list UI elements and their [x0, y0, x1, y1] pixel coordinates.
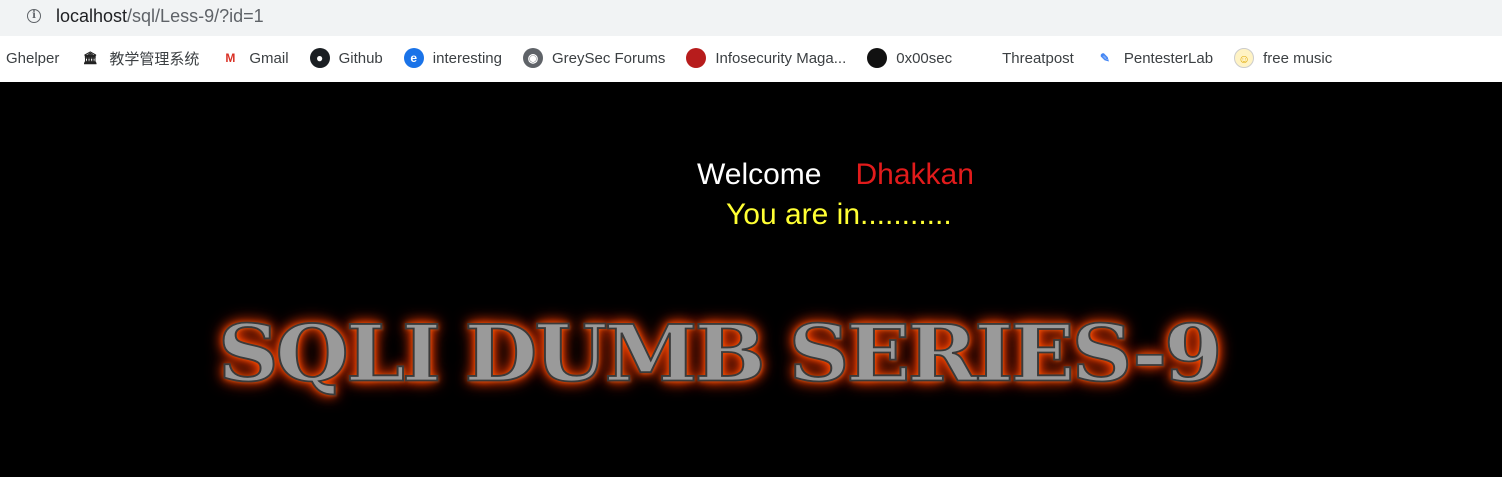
is-icon — [686, 48, 707, 68]
bookmark-label: free music — [1263, 49, 1333, 67]
tp-icon — [973, 48, 993, 68]
bookmark-threatpost[interactable]: Threatpost — [973, 44, 1074, 72]
bookmark-0x00sec[interactable]: 0x00sec — [867, 44, 952, 72]
bookmark-label: Infosecurity Maga... — [715, 49, 847, 67]
globe-icon: ◉ — [522, 48, 543, 68]
bookmark-label: Gmail — [249, 49, 289, 67]
url-text[interactable]: localhost/sql/Less-9/?id=1 — [56, 6, 264, 27]
status-text: You are in........... — [726, 198, 952, 231]
welcome-line: Welcome Dhakkan — [697, 158, 974, 192]
0x00sec-icon — [867, 48, 888, 68]
pen-icon: ✎ — [1099, 51, 1110, 65]
bookmark-label: interesting — [432, 49, 502, 67]
bookmark-interesting[interactable]: e interesting — [403, 44, 502, 72]
duck-icon: ☺ — [1234, 48, 1255, 68]
user-name: Dhakkan — [855, 158, 974, 191]
bookmark-pentesterlab[interactable]: ✎ PentesterLab — [1095, 44, 1213, 72]
welcome-text: Welcome — [697, 158, 822, 191]
edge-icon: e — [403, 48, 424, 68]
bookmark-ghelper[interactable]: Ghelper — [6, 44, 59, 72]
bookmark-gmail[interactable]: M Gmail — [220, 44, 288, 72]
bookmark-github[interactable]: ● Github — [309, 44, 383, 72]
page-content: Welcome Dhakkan You are in........... SQL… — [0, 82, 1502, 477]
address-bar[interactable]: i localhost/sql/Less-9/?id=1 — [0, 0, 1502, 36]
bookmark-label: Github — [338, 49, 383, 67]
bank-icon: 🏛 — [82, 51, 98, 65]
bookmarks-bar: Ghelper 🏛 教学管理系统 M Gmail ● Github e inte… — [0, 44, 1502, 72]
bookmark-infosecurity[interactable]: Infosecurity Maga... — [686, 44, 846, 72]
bookmark-teaching-system[interactable]: 🏛 教学管理系统 — [80, 44, 200, 72]
url-host: localhost — [56, 6, 128, 26]
info-icon[interactable]: i — [27, 9, 41, 23]
bookmark-label: 教学管理系统 — [109, 50, 200, 68]
bookmark-label: GreySec Forums — [551, 49, 666, 67]
bookmark-label: 0x00sec — [896, 49, 953, 67]
bookmark-greysec[interactable]: ◉ GreySec Forums — [522, 44, 666, 72]
gmail-icon: M — [225, 51, 236, 65]
bookmark-free-music[interactable]: ☺ free music — [1234, 44, 1332, 72]
bookmark-label: Threatpost — [1002, 49, 1074, 67]
url-path: /sql/Less-9/?id=1 — [127, 6, 264, 26]
bookmark-label: Ghelper — [6, 49, 60, 67]
github-icon: ● — [309, 48, 330, 68]
series-banner: SQLI DUMB SERIES-9 — [217, 307, 1224, 400]
browser-chrome: i localhost/sql/Less-9/?id=1 Ghelper 🏛 教… — [0, 0, 1502, 82]
bookmark-label: PentesterLab — [1123, 49, 1214, 67]
